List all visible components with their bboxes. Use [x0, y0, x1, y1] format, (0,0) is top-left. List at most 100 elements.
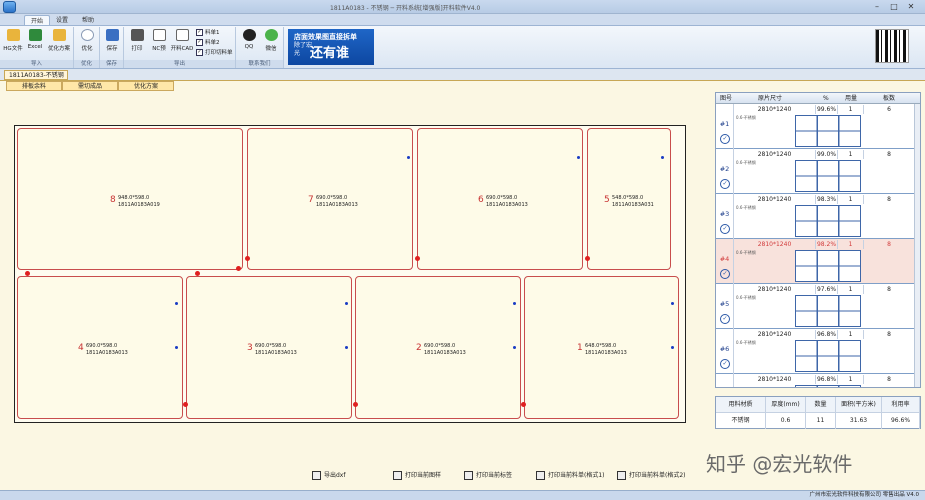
start-point-marker	[25, 271, 30, 276]
minimize-icon[interactable]: –	[870, 2, 884, 12]
hole-marker	[671, 346, 674, 349]
part-code: 1811A0183A013	[424, 350, 466, 356]
plan-row-percent: 97.6%	[816, 285, 838, 294]
part-plate[interactable]: 7 690.0*598.0 1811A0183A013	[247, 128, 413, 270]
plan-row-qty: 1	[838, 150, 864, 159]
plan-row-qty: 1	[838, 330, 864, 339]
layout-thumbnail[interactable]	[795, 160, 861, 192]
part-code: 1811A0183A013	[585, 350, 627, 356]
print-cut-list-check[interactable]: ✓ 打印切料单	[196, 49, 233, 58]
hole-marker	[345, 302, 348, 305]
start-point-marker	[236, 266, 241, 271]
save-icon	[105, 29, 119, 41]
plan-row-percent: 96.8%	[816, 375, 838, 384]
plan-row[interactable]: #6 ✓ 2810*1240 96.8% 1 8 0.6-不锈钢	[716, 329, 914, 374]
stats-header: 数量	[806, 397, 836, 413]
layout-thumbnail[interactable]	[795, 115, 861, 147]
hole-marker	[175, 302, 178, 305]
cad-button[interactable]: 开料CAD	[170, 29, 194, 57]
layout-thumbnail[interactable]	[795, 340, 861, 372]
layout-thumbnail[interactable]	[795, 205, 861, 237]
promo-banner[interactable]: 店面效果图直接拆单 除了宏光 还有谁	[288, 29, 374, 65]
part-plate[interactable]: 1 648.0*598.0 1811A0183A013	[524, 276, 679, 419]
ribbon: HG文件 Excel 优化方案 导入 优化 优化 保存 保存 打印 NC预 开料…	[0, 25, 925, 69]
part-plate[interactable]: 4 690.0*598.0 1811A0183A013	[17, 276, 183, 419]
watermark: 知乎 @宏光软件	[706, 452, 853, 476]
plan-row[interactable]: #1 ✓ 2810*1240 99.6% 1 6 0.6-不锈钢	[716, 104, 914, 149]
layout-thumbnail[interactable]	[795, 250, 861, 282]
plan-row-size: 2810*1240	[734, 105, 816, 114]
tab-plan[interactable]: 优化方案	[118, 81, 174, 91]
check-circle-icon: ✓	[720, 224, 730, 234]
dxf-icon	[312, 471, 321, 480]
print-list-2-button[interactable]: 打印当前料单(格式2)	[617, 470, 686, 482]
nc-preview-button[interactable]: NC预	[148, 29, 170, 57]
import-plan-button[interactable]: 优化方案	[46, 29, 72, 57]
stats-header: 面积(平方米)	[836, 397, 882, 413]
part-size: 690.0*598.0	[255, 343, 287, 349]
plan-row[interactable]: #2 ✓ 2810*1240 99.0% 1 8 0.6-不锈钢	[716, 149, 914, 194]
hg-file-button[interactable]: HG文件	[2, 29, 24, 57]
part-size: 690.0*598.0	[316, 195, 348, 201]
save-group-label: 保存	[100, 60, 123, 68]
plan-row[interactable]: 2810*1240 96.8% 1 8	[716, 374, 914, 387]
nesting-canvas[interactable]: 8 948.0*598.0 1811A0183A019 7 690.0*598.…	[14, 125, 686, 423]
layout-thumbnail[interactable]	[795, 295, 861, 327]
hole-marker	[513, 302, 516, 305]
part-plate[interactable]: 2 690.0*598.0 1811A0183A013	[355, 276, 521, 419]
plan-row-index: #3 ✓	[716, 194, 734, 239]
qq-icon	[242, 29, 256, 41]
export-dxf-button[interactable]: 导出dxf	[312, 470, 345, 482]
save-button[interactable]: 保存	[101, 29, 123, 57]
plan-row-index: #1 ✓	[716, 104, 734, 149]
plan-row[interactable]: #5 ✓ 2810*1240 97.6% 1 8 0.6-不锈钢	[716, 284, 914, 329]
excel-button[interactable]: Excel	[24, 29, 46, 57]
plan-row-boards: 8	[887, 151, 891, 158]
part-plate[interactable]: 6 690.0*598.0 1811A0183A013	[417, 128, 583, 270]
stats-table: 用料材质 厚度(mm) 数量 面积(平方米) 利用率 不锈钢 0.6 11 31…	[715, 396, 921, 429]
plan-row-qty: 1	[838, 195, 864, 204]
wechat-button[interactable]: 微信	[260, 29, 282, 57]
check-circle-icon: ✓	[720, 269, 730, 279]
part-size: 948.0*598.0	[118, 195, 150, 201]
tab-remnant[interactable]: 排板余料	[6, 81, 62, 91]
qq-button[interactable]: QQ	[238, 29, 260, 57]
plan-row-size: 2810*1240	[734, 150, 816, 159]
layout-thumbnail[interactable]	[795, 385, 861, 387]
tab-parts[interactable]: 需切成品	[62, 81, 118, 91]
print-label-button[interactable]: 打印当前标签	[464, 470, 512, 482]
check-circle-icon: ✓	[720, 179, 730, 189]
print-drawing-button[interactable]: 打印当前图样	[393, 470, 441, 482]
part-plate[interactable]: 8 948.0*598.0 1811A0183A019	[17, 128, 243, 270]
material-list-2-check[interactable]: ✓ 料单2	[196, 39, 220, 48]
folder-open-icon	[52, 29, 66, 41]
plan-row-material: 0.6-不锈钢	[736, 340, 756, 345]
maximize-icon[interactable]: □	[887, 2, 901, 12]
cad-file-icon	[175, 29, 189, 41]
close-icon[interactable]: ✕	[904, 2, 918, 12]
printer-icon	[130, 29, 144, 41]
plan-row-material: 0.6-不锈钢	[736, 115, 756, 120]
part-plate[interactable]: 5 548.0*598.0 1811A0183A031	[587, 128, 671, 270]
plan-row-boards: 8	[887, 376, 891, 383]
plan-table-scrollbar[interactable]	[914, 104, 920, 387]
app-logo-icon[interactable]	[3, 1, 16, 13]
printer-icon	[536, 471, 545, 480]
start-point-marker	[183, 402, 188, 407]
hole-marker	[175, 346, 178, 349]
start-point-marker	[521, 402, 526, 407]
material-list-1-check[interactable]: ✓ 料单1	[196, 29, 220, 38]
plan-row[interactable]: #3 ✓ 2810*1240 98.3% 1 8 0.6-不锈钢	[716, 194, 914, 239]
plan-row[interactable]: #4 ✓ 2810*1240 98.2% 1 8 0.6-不锈钢	[716, 239, 914, 284]
print-button[interactable]: 打印	[126, 29, 148, 57]
import-group-label: 导入	[0, 60, 73, 68]
qr-code	[875, 29, 909, 63]
plan-row-boards: 8	[887, 286, 891, 293]
part-plate[interactable]: 3 690.0*598.0 1811A0183A013	[186, 276, 352, 419]
print-list-1-button[interactable]: 打印当前料单(格式1)	[536, 470, 605, 482]
plan-row-qty: 1	[838, 240, 864, 249]
plan-row-size: 2810*1240	[734, 240, 816, 249]
plan-table: 图号 原片尺寸 % 用量 板数 #1 ✓ 2810*1240 99.6% 1 6 0.6-不…	[715, 92, 921, 388]
document-tab[interactable]: 1811A0183-不锈钢	[4, 70, 68, 80]
optimize-button[interactable]: 优化	[76, 29, 98, 57]
